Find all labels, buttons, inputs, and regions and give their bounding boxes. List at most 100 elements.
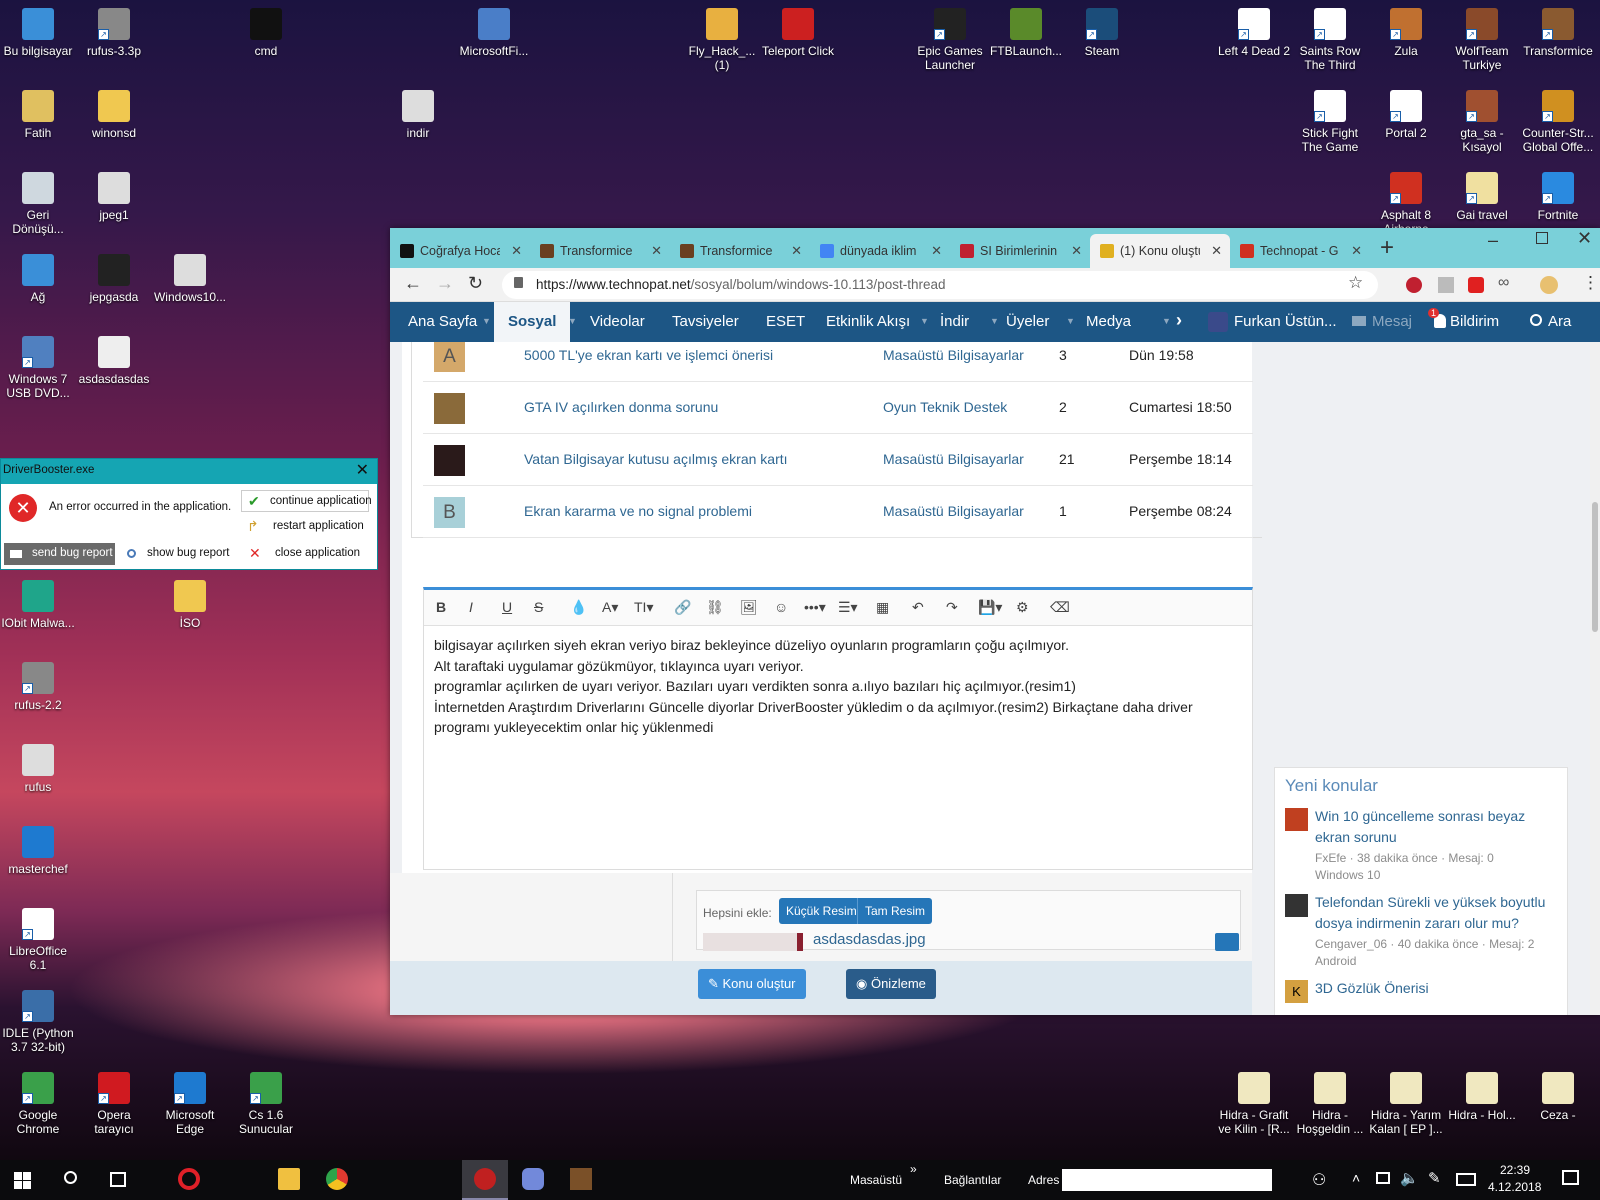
nav-item-6[interactable]: İndir [940,313,969,330]
user-avatar[interactable] [1208,312,1228,332]
desktop-icon[interactable]: Windows10... [152,254,228,304]
tab-close-icon[interactable]: ✕ [1211,243,1222,259]
attachment-filename[interactable]: asdasdasdas.jpg [813,931,926,948]
menu-icon[interactable]: ⋮ [1582,273,1599,293]
desktop-icon[interactable]: Hidra - Hoşgeldin ... [1292,1072,1368,1136]
dialog-close-icon[interactable]: ✕ [356,460,369,480]
browser-tab[interactable]: Coğrafya Hoca ✕ [390,234,530,268]
minimize-button[interactable]: – [1488,230,1498,251]
extension-icon[interactable]: ∞ [1498,274,1509,292]
tab-close-icon[interactable]: ✕ [791,243,802,259]
browser-tab[interactable]: SI Birimlerinin ✕ [950,234,1090,268]
nav-dropdown-chevron-icon[interactable]: ▼ [990,316,999,326]
back-arrow-icon[interactable]: ← [404,273,422,294]
browser-tab[interactable]: (1) Konu oluştur ✕ [1090,234,1230,268]
desktop-icon[interactable]: ↗ Gai travel [1444,172,1520,222]
insert-full-image-button[interactable]: Tam Resim [857,898,933,924]
desktop-icon[interactable]: masterchef [0,826,76,876]
search-icon[interactable] [64,1171,77,1184]
editor-tool-button[interactable]: TI▾ [634,599,653,616]
restart-application-button[interactable]: ↱ restart application [241,516,369,538]
nav-item-5[interactable]: Etkinlik Akışı [826,313,910,330]
desktop-icon[interactable]: Hidra - Hol... [1444,1072,1520,1122]
desktop-icon[interactable]: ↗ WolfTeam Turkiye [1444,8,1520,72]
topic-title-link[interactable]: Win 10 güncelleme sonrası beyaz ekran so… [1315,806,1561,848]
continue-application-button[interactable]: ✔ continue application [241,490,372,512]
topic-forum[interactable]: Windows 10 [1315,867,1380,884]
desktop-icon[interactable]: ↗ Windows 7 USB DVD... [0,336,76,400]
create-thread-button[interactable]: ✎ Konu oluştur [698,969,806,999]
thread-title-link[interactable]: GTA IV açılırken donma sorunu [524,399,718,415]
editor-tool-button[interactable]: ↶ [912,599,924,616]
desktop-icon[interactable]: Hidra - Grafit ve Kilin - [R... [1216,1072,1292,1136]
editor-tool-button[interactable]: S [534,599,543,615]
desktop-icon[interactable]: Ceza - [1520,1072,1596,1122]
profile-avatar[interactable] [1540,276,1558,294]
browser-tab[interactable]: Transformice ✕ [670,234,810,268]
notification-icon[interactable] [1562,1170,1579,1185]
alerts-link[interactable]: Bildirim [1450,313,1499,330]
editor-tool-button[interactable]: ⚙ [1016,599,1029,616]
chrome-taskbar-icon[interactable] [326,1168,348,1190]
keyboard-icon[interactable] [1456,1173,1476,1186]
desktop-icon[interactable]: ↗ Counter-Str... Global Offe... [1520,90,1596,154]
thread-forum-link[interactable]: Masaüstü Bilgisayarlar [883,451,1024,467]
editor-tool-button[interactable]: A▾ [602,599,618,616]
new-tab-button[interactable]: + [1380,234,1394,262]
nav-dropdown-chevron-icon[interactable]: ▼ [482,316,491,326]
driverbooster-taskbar-icon[interactable] [474,1168,496,1190]
tab-close-icon[interactable]: ✕ [651,243,662,259]
nav-item-0[interactable]: Ana Sayfa [408,313,477,330]
address-toolbar-input[interactable] [1062,1169,1272,1191]
desktop-icon[interactable]: FTBLaunch... [988,8,1064,58]
topic-title-link[interactable]: 3D Gözlük Önerisi [1315,978,1561,999]
thread-avatar[interactable] [434,445,465,476]
editor-tool-button[interactable]: ⛓ [706,599,724,616]
topic-title-link[interactable]: Telefondan Sürekli ve yüksek boyutlu dos… [1315,892,1561,934]
editor-tool-button[interactable]: ☺ [774,599,788,615]
editor-tool-button[interactable]: •••▾ [804,599,826,616]
forward-arrow-icon[interactable]: → [436,273,454,294]
topic-forum[interactable]: Android [1315,953,1356,970]
tab-close-icon[interactable]: ✕ [931,243,942,259]
desktop-icon[interactable]: Bu bilgisayar [0,8,76,58]
show-bug-report-button[interactable]: show bug report [121,543,233,565]
thread-title-link[interactable]: Ekran kararma ve no signal problemi [524,503,752,519]
people-icon[interactable]: ⚇ [1312,1170,1326,1190]
editor-tool-button[interactable]: ▦ [876,599,889,616]
maximize-button[interactable] [1536,232,1548,244]
start-button[interactable] [14,1172,31,1189]
task-view-icon[interactable] [110,1172,126,1187]
desktop-icon[interactable]: ↗ rufus-2.2 [0,662,76,712]
messages-link[interactable]: Mesaj [1372,313,1412,330]
send-bug-report-button[interactable]: send bug report [4,543,115,565]
desktop-icon[interactable]: Teleport Click [760,8,836,58]
desktop-icon[interactable]: ↗ Opera tarayıcı [76,1072,152,1136]
editor-tool-button[interactable]: ⌫ [1050,599,1070,616]
opera-taskbar-icon[interactable] [178,1168,200,1190]
user-menu[interactable]: Furkan Üstün... [1234,313,1337,330]
tab-close-icon[interactable]: ✕ [1071,243,1082,259]
page-scrollbar[interactable] [1590,342,1600,1015]
editor-tool-button[interactable]: ↷ [946,599,958,616]
desktop-icon[interactable]: ↗ Cs 1.6 Sunucular [228,1072,304,1136]
nav-item-2[interactable]: Videolar [590,313,645,330]
browser-tab[interactable]: dünyada iklim ✕ [810,234,950,268]
nav-item-1[interactable]: Sosyal [494,302,571,342]
topic-avatar[interactable] [1285,808,1308,831]
desktop-icon[interactable]: İSO [152,580,228,630]
desktop-icon[interactable]: Hidra - Yarım Kalan [ EP ]... [1368,1072,1444,1136]
thread-title-link[interactable]: Vatan Bilgisayar kutusu açılmış ekran ka… [524,451,788,467]
insert-thumbnail-button[interactable]: Küçük Resim [779,898,864,924]
nav-dropdown-chevron-icon[interactable]: ▼ [920,316,929,326]
desktop-icon[interactable]: ↗ gta_sa - Kısayol [1444,90,1520,154]
editor-tool-button[interactable]: 💧 [570,599,587,616]
url-input[interactable]: https://www.technopat.net/sosyal/bolum/w… [502,271,1378,299]
desktop-icon[interactable]: ↗ Portal 2 [1368,90,1444,140]
editor-tool-button[interactable]: 💾▾ [978,599,1002,616]
tab-close-icon[interactable]: ✕ [1351,243,1362,259]
file-explorer-taskbar-icon[interactable] [278,1168,300,1190]
editor-tool-button[interactable]: U [502,599,512,615]
search-link[interactable]: Ara [1548,313,1571,330]
toolbar-expand-icon[interactable]: » [910,1162,917,1176]
